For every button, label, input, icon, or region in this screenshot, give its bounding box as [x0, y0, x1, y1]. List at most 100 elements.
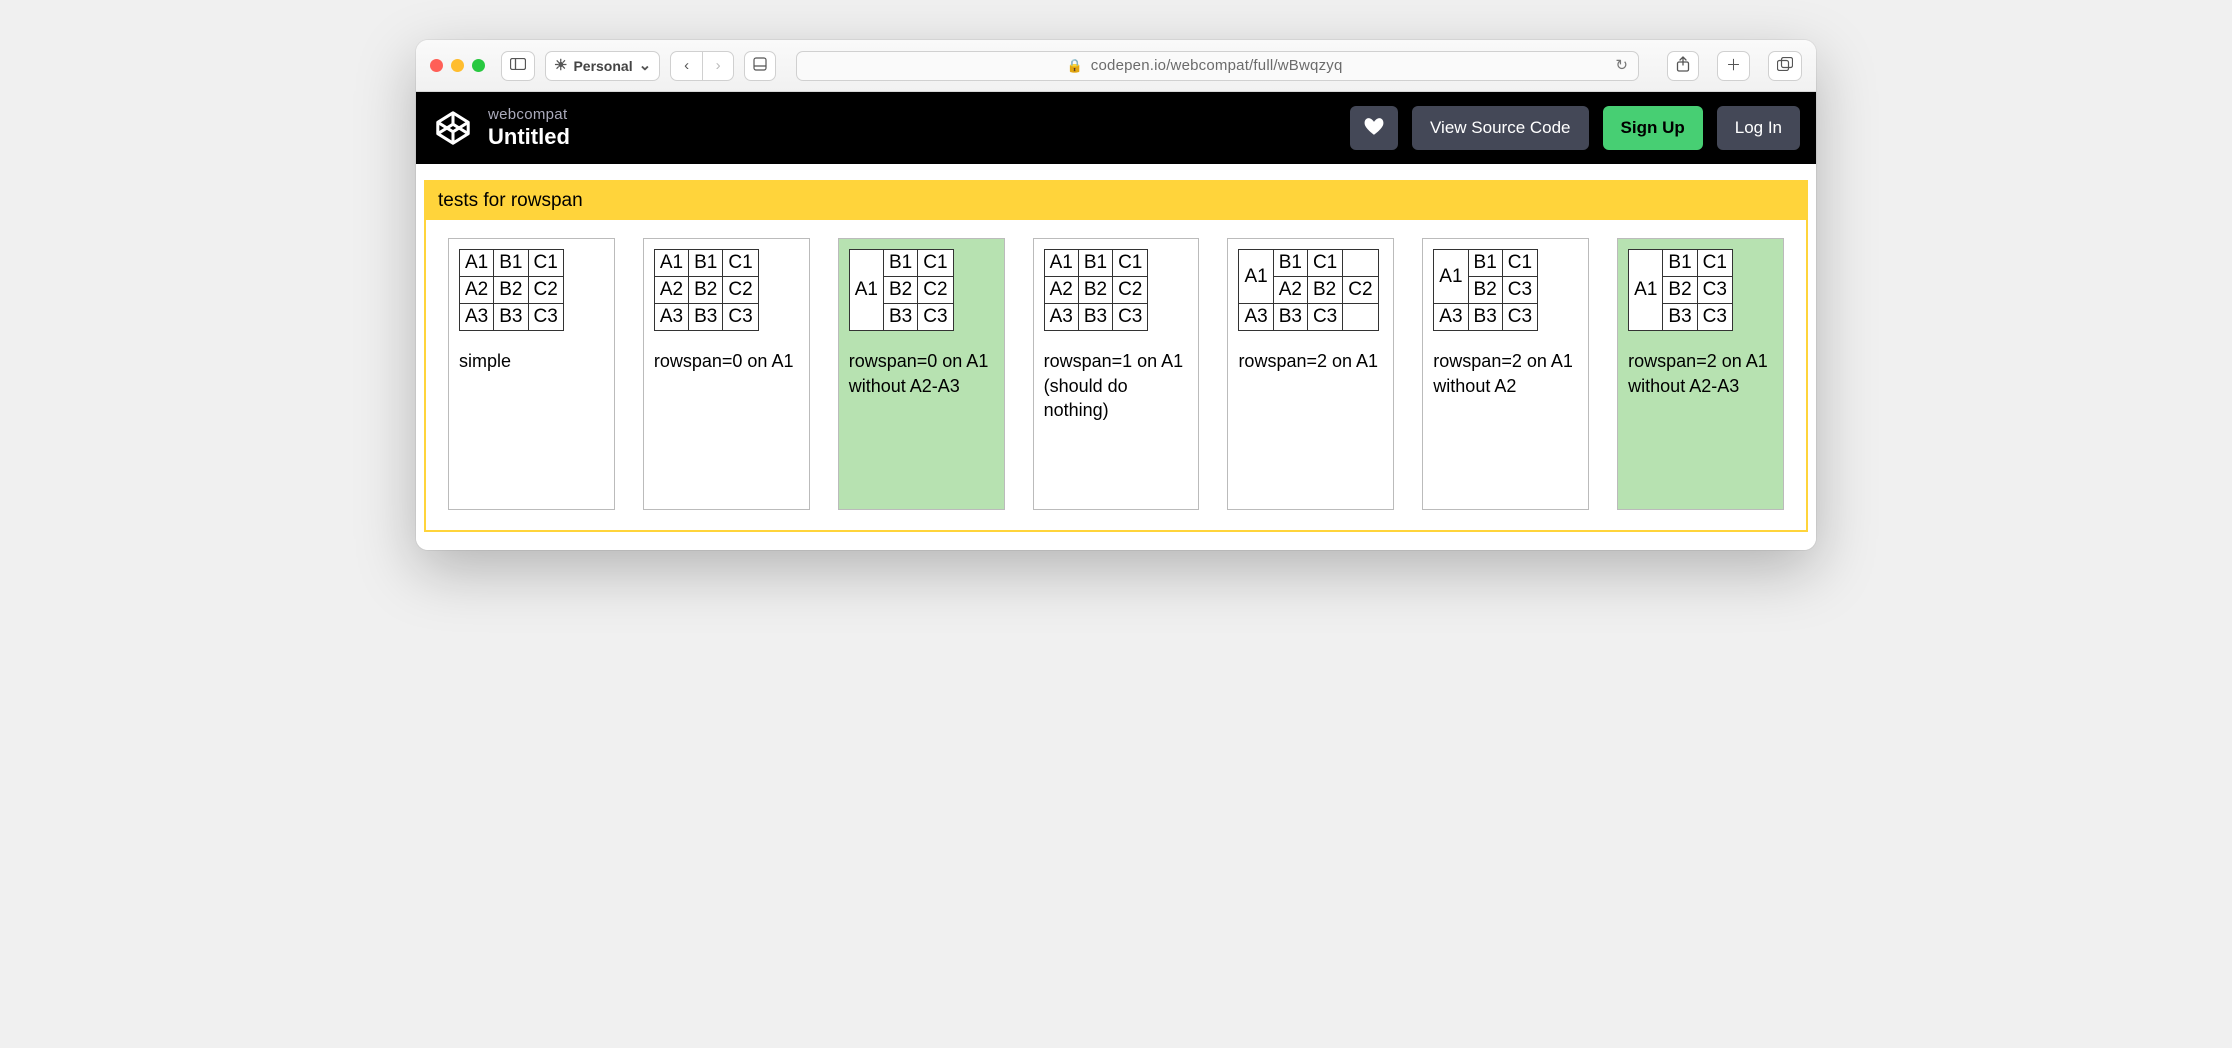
pen-title: Untitled	[488, 124, 570, 150]
table-cell: C1	[918, 250, 953, 277]
login-button[interactable]: Log In	[1717, 106, 1800, 150]
codepen-logo[interactable]	[432, 107, 474, 149]
share-icon	[1676, 56, 1690, 75]
table-cell: C2	[1343, 277, 1378, 304]
love-button[interactable]	[1350, 106, 1398, 150]
table-row: A3B3C3	[654, 304, 758, 331]
url-text: codepen.io/webcompat/full/wBwqzyq	[1091, 57, 1343, 74]
table-cell: C2	[723, 277, 758, 304]
demo-table: A1B1C1A2B2C2A3B3C3	[459, 249, 564, 331]
table-cell: C1	[1697, 250, 1732, 277]
demo-table: A1B1C1B2C3B3C3	[1628, 249, 1733, 331]
pen-meta: webcompat Untitled	[488, 106, 570, 150]
back-button[interactable]: ‹	[670, 51, 702, 81]
table-cell: C2	[528, 277, 563, 304]
sidebar-toggle-button[interactable]	[501, 51, 535, 81]
table-cell: A1	[1044, 250, 1078, 277]
table-cell: C1	[1113, 250, 1148, 277]
table-cell: C3	[1502, 277, 1537, 304]
table-cell: B1	[1468, 250, 1502, 277]
chevron-left-icon: ‹	[684, 58, 689, 73]
table-cell: B1	[1663, 250, 1697, 277]
profile-picker[interactable]: ☀︎ Personal ⌄	[545, 51, 660, 81]
table-cell: A1	[1629, 250, 1663, 331]
address-bar[interactable]: 🔒 codepen.io/webcompat/full/wBwqzyq ↻	[796, 51, 1639, 81]
table-cell: A2	[1044, 277, 1078, 304]
card-caption: simple	[459, 349, 604, 373]
table-row: A1B1C1	[849, 250, 953, 277]
signup-button[interactable]: Sign Up	[1603, 106, 1703, 150]
browser-window: ☀︎ Personal ⌄ ‹ › 🔒 codepen.io/webcompat…	[416, 40, 1816, 550]
table-cell: A3	[654, 304, 688, 331]
table-cell: C3	[1697, 277, 1732, 304]
table-row: A3B3C3	[460, 304, 564, 331]
table-row: A2B2C2	[1044, 277, 1148, 304]
zoom-window-button[interactable]	[472, 59, 485, 72]
test-cards-row: A1B1C1A2B2C2A3B3C3simpleA1B1C1A2B2C2A3B3…	[426, 220, 1806, 514]
table-row: A1B1C1	[1044, 250, 1148, 277]
table-row: A2B2C2	[460, 277, 564, 304]
card-caption: rowspan=2 on A1	[1238, 349, 1383, 373]
tab-overview-button[interactable]	[1768, 51, 1802, 81]
table-row: A1B1C1	[654, 250, 758, 277]
reader-button[interactable]	[744, 51, 776, 81]
close-window-button[interactable]	[430, 59, 443, 72]
rendered-pen: tests for rowspan A1B1C1A2B2C2A3B3C3simp…	[416, 164, 1816, 550]
demo-table: A1B1C1B2C3A3B3C3	[1433, 249, 1538, 331]
card-caption: rowspan=2 on A1 without A2	[1433, 349, 1578, 398]
table-cell: B1	[1078, 250, 1112, 277]
table-row: A2B2C2	[654, 277, 758, 304]
new-tab-button[interactable]: ＋	[1717, 51, 1750, 81]
table-cell: B3	[494, 304, 528, 331]
reload-icon[interactable]: ↻	[1615, 58, 1628, 73]
plus-icon: ＋	[1726, 58, 1741, 73]
test-card: A1B1C1A2B2C2A3B3C3 rowspan=2 on A1	[1227, 238, 1394, 510]
table-cell: B1	[494, 250, 528, 277]
table-cell: A3	[1044, 304, 1078, 331]
table-cell: B2	[689, 277, 723, 304]
table-cell: A3	[460, 304, 494, 331]
table-cell: C1	[723, 250, 758, 277]
table-row: A1B1C1	[1239, 250, 1378, 277]
table-cell: C1	[528, 250, 563, 277]
table-cell: C1	[1502, 250, 1537, 277]
lock-icon: 🔒	[1067, 58, 1083, 74]
table-row: A3B3C3	[1044, 304, 1148, 331]
heart-icon	[1364, 117, 1384, 140]
test-card: A1B1C1A2B2C2A3B3C3simple	[448, 238, 615, 510]
demo-table: A1B1C1A2B2C2A3B3C3	[1238, 249, 1378, 331]
test-card: A1B1C1A2B2C2A3B3C3 rowspan=1 on A1 (shoul…	[1033, 238, 1200, 510]
card-caption: rowspan=1 on A1 (should do nothing)	[1044, 349, 1189, 422]
table-cell: A2	[460, 277, 494, 304]
forward-button[interactable]: ›	[702, 51, 734, 81]
table-cell: A3	[1239, 304, 1273, 331]
table-cell: B2	[1663, 277, 1697, 304]
table-cell: C3	[1307, 304, 1342, 331]
table-cell: C3	[528, 304, 563, 331]
demo-table: A1B1C1A2B2C2A3B3C3	[654, 249, 759, 331]
card-caption: rowspan=0 on A1 without A2-A3	[849, 349, 994, 398]
codepen-header: webcompat Untitled View Source Code Sign…	[416, 92, 1816, 164]
test-card: A1B1C1A2B2C2A3B3C3 rowspan=0 on A1	[643, 238, 810, 510]
table-row: A1B1C1	[1629, 250, 1733, 277]
sidebar-icon	[510, 58, 526, 73]
pen-author[interactable]: webcompat	[488, 106, 570, 124]
chevron-right-icon: ›	[716, 58, 721, 73]
browser-toolbar: ☀︎ Personal ⌄ ‹ › 🔒 codepen.io/webcompat…	[416, 40, 1816, 92]
table-cell: B2	[1307, 277, 1342, 304]
table-cell: A1	[654, 250, 688, 277]
table-cell: A2	[1273, 277, 1307, 304]
table-cell: C3	[1697, 304, 1732, 331]
minimize-window-button[interactable]	[451, 59, 464, 72]
table-row: A1B1C1	[1434, 250, 1538, 277]
view-source-button[interactable]: View Source Code	[1412, 106, 1589, 150]
table-cell: A2	[654, 277, 688, 304]
card-caption: rowspan=0 on A1	[654, 349, 799, 373]
table-row: A3B3C3	[1239, 304, 1378, 331]
table-cell: B2	[494, 277, 528, 304]
table-row: A1B1C1	[460, 250, 564, 277]
chevron-down-icon: ⌄	[639, 58, 652, 73]
table-cell: C1	[1307, 250, 1342, 277]
table-cell: A1	[460, 250, 494, 277]
share-button[interactable]	[1667, 51, 1699, 81]
